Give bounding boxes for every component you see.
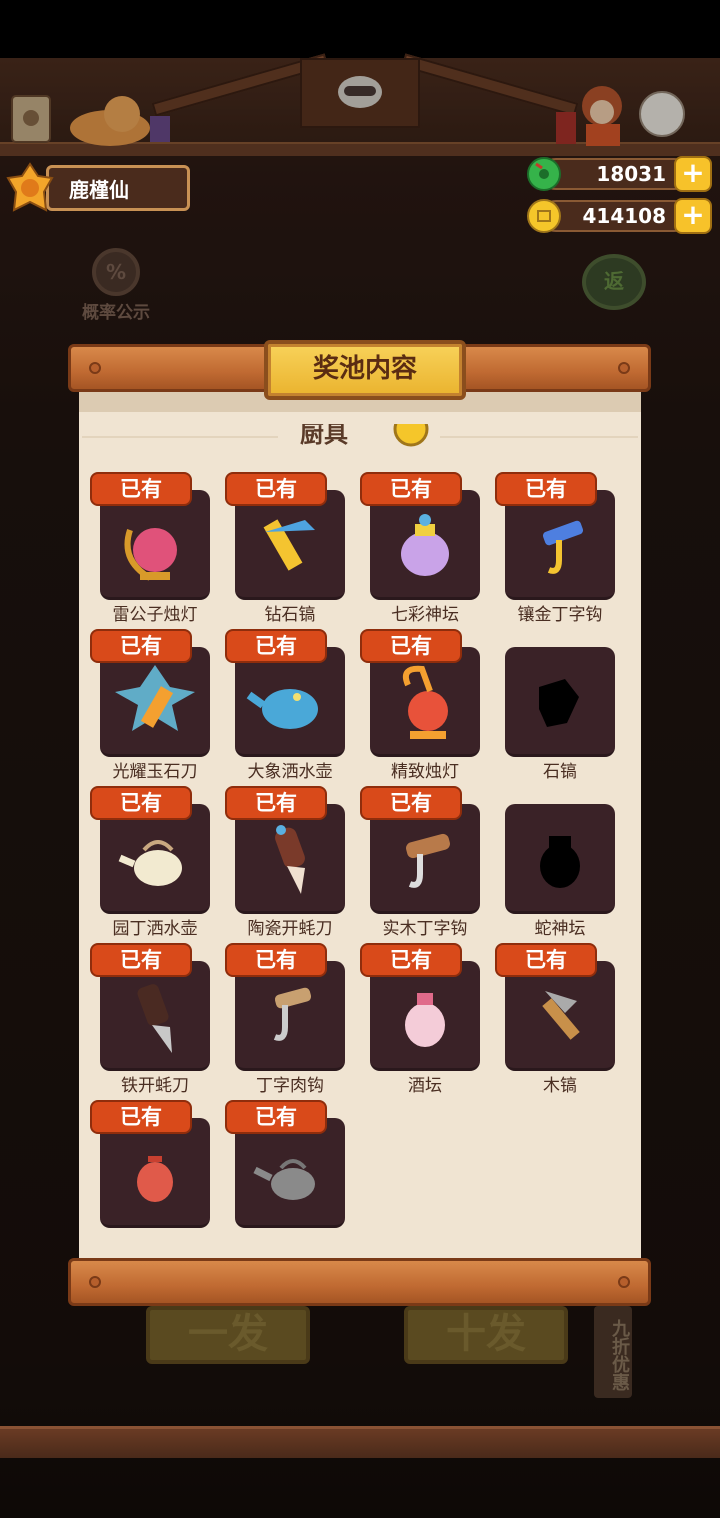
owned-badge: 已有 [495, 472, 597, 506]
owned-badge: 已有 [90, 943, 192, 977]
reward-item[interactable]: 已有七彩神坛 [360, 472, 480, 625]
item-name: 实木丁字钩 [382, 919, 468, 939]
gem-currency: 18031 + [526, 156, 712, 192]
owned-badge: 已有 [360, 943, 462, 977]
reward-item[interactable]: 已有光耀玉石刀 [90, 629, 210, 782]
reward-item[interactable]: 石镐 [495, 629, 615, 782]
item-name: 精致烛灯 [391, 762, 459, 782]
reward-item[interactable]: 已有大象洒水壶 [225, 629, 345, 782]
item-name: 丁字肉钩 [256, 1076, 324, 1096]
iron-oyster-knife-icon [137, 984, 172, 1053]
item-name: 酒坛 [408, 1076, 442, 1096]
coin-amount: 414108 [540, 200, 690, 232]
owned-badge: 已有 [360, 786, 462, 820]
item-name: 石镐 [543, 762, 577, 782]
red-lantern-icon [137, 1156, 173, 1202]
player-name: 鹿槿仙 [46, 165, 190, 211]
wooden-pickaxe-icon [542, 991, 580, 1040]
diamond-pickaxe-icon [263, 519, 315, 571]
owned-badge: 已有 [90, 1100, 192, 1134]
reward-item[interactable]: 已有钻石镐 [225, 472, 345, 625]
add-gems-button[interactable]: + [674, 156, 712, 192]
owned-badge: 已有 [225, 472, 327, 506]
owned-badge: 已有 [90, 629, 192, 663]
gold-hook-icon [542, 520, 584, 574]
owned-badge: 已有 [360, 472, 462, 506]
gold-coin-icon [527, 199, 561, 233]
item-name: 钻石镐 [264, 605, 316, 625]
ornate-lamp-icon [124, 528, 177, 581]
wine-jar-icon [405, 993, 445, 1047]
rainbow-urn-icon [401, 514, 449, 576]
item-name: 光耀玉石刀 [112, 762, 198, 782]
ceramic-oyster-knife-icon [275, 825, 305, 894]
meat-hook-icon [273, 987, 312, 1041]
owned-badge: 已有 [225, 1100, 327, 1134]
reward-item[interactable]: 已有陶瓷开蚝刀 [225, 786, 345, 939]
ten-draw-button[interactable]: 十发 [404, 1306, 568, 1364]
status-bar-area [0, 0, 720, 58]
item-name: 镶金丁字钩 [517, 605, 603, 625]
garden-watering-can-icon [118, 840, 182, 886]
item-name: 七彩神坛 [391, 605, 459, 625]
snake-urn-silhouette-icon [540, 836, 580, 888]
shopkeeper-characters-icon [556, 86, 685, 146]
owned-badge: 已有 [90, 786, 192, 820]
coin-currency: 414108 + [526, 198, 712, 234]
item-name: 雷公子烛灯 [112, 605, 198, 625]
single-draw-button[interactable]: 一发 [146, 1306, 310, 1364]
reward-item[interactable]: 已有精致烛灯 [360, 629, 480, 782]
item-name: 园丁洒水壶 [112, 919, 198, 939]
owned-badge: 已有 [225, 629, 327, 663]
owned-badge: 已有 [225, 786, 327, 820]
owned-badge: 已有 [360, 629, 462, 663]
lantern-icon [402, 665, 448, 739]
player-badge-container[interactable]: 鹿槿仙 [4, 160, 190, 216]
reward-item[interactable]: 已有实木丁字钩 [360, 786, 480, 939]
scroll-bottom-rod [68, 1258, 651, 1306]
probability-button[interactable]: % 概率公示 [74, 248, 158, 323]
reward-item[interactable]: 已有木镐 [495, 943, 615, 1096]
reward-item[interactable]: 蛇神坛 [495, 786, 615, 939]
player-rank-icon [6, 162, 54, 212]
raccoon-character-icon [338, 76, 382, 108]
add-coins-button[interactable]: + [674, 198, 712, 234]
iron-watering-can-icon [253, 1159, 315, 1200]
item-name: 蛇神坛 [534, 919, 586, 939]
elephant-watering-can-icon [246, 689, 318, 729]
jade-knife-icon [115, 665, 195, 731]
reward-item[interactable]: 已有酒坛 [360, 943, 480, 1096]
probability-label: 概率公示 [82, 303, 150, 323]
owned-badge: 已有 [495, 943, 597, 977]
panel-title: 奖池内容 [264, 340, 466, 400]
cat-characters-icon [11, 95, 170, 146]
floor [0, 1426, 720, 1458]
item-name: 木镐 [543, 1076, 577, 1096]
reward-item[interactable]: 已有铁开蚝刀 [90, 943, 210, 1096]
owned-badge: 已有 [225, 943, 327, 977]
discount-tag: 九折优惠 [594, 1306, 632, 1398]
stone-pickaxe-silhouette-icon [539, 679, 579, 727]
owned-badge: 已有 [90, 472, 192, 506]
jade-gem-icon [527, 157, 561, 191]
gear-icon: % [92, 248, 140, 296]
reward-item[interactable]: 已有雷公子烛灯 [90, 472, 210, 625]
reward-item[interactable]: 已有镶金丁字钩 [495, 472, 615, 625]
reward-item[interactable]: 已有园丁洒水壶 [90, 786, 210, 939]
back-button[interactable]: 返 [582, 254, 646, 310]
item-name: 铁开蚝刀 [121, 1076, 189, 1096]
wooden-hook-icon [406, 833, 450, 888]
item-name: 大象洒水壶 [247, 762, 333, 782]
reward-item[interactable]: 已有丁字肉钩 [225, 943, 345, 1096]
coin-icon [392, 424, 430, 448]
reward-item[interactable]: 已有 [225, 1100, 345, 1250]
gem-amount: 18031 [540, 158, 690, 190]
section-title: 厨具 [300, 424, 348, 448]
item-name: 陶瓷开蚝刀 [247, 919, 333, 939]
reward-item[interactable]: 已有 [90, 1100, 210, 1250]
